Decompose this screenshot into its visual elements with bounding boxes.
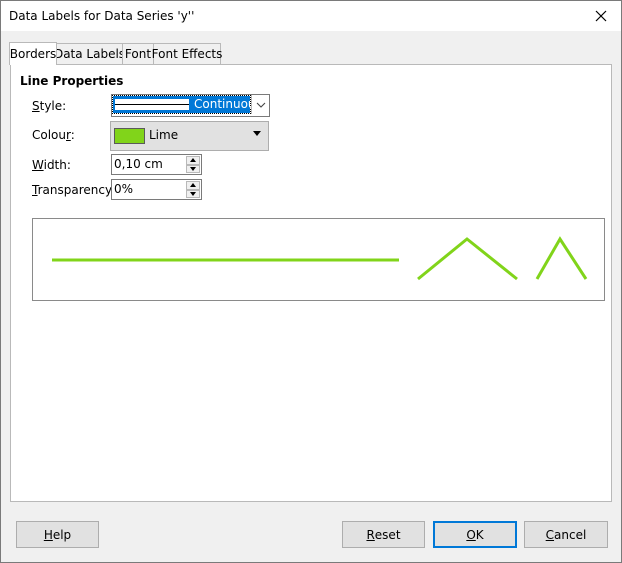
window-title: Data Labels for Data Series 'y'' bbox=[9, 9, 195, 23]
width-label: Width: bbox=[32, 158, 71, 172]
spin-down-icon bbox=[190, 191, 196, 196]
tab-data-labels[interactable]: Data Labels bbox=[53, 43, 126, 64]
tab-font-effects[interactable]: Font Effects bbox=[151, 43, 223, 64]
style-dropdown[interactable]: Continuous bbox=[111, 94, 270, 117]
tab-label: Borders bbox=[9, 47, 57, 61]
line-preview-drawing bbox=[52, 236, 588, 281]
colour-swatch bbox=[114, 128, 145, 144]
ok-button[interactable]: OK bbox=[433, 521, 517, 548]
line-preview bbox=[32, 218, 605, 301]
reset-button[interactable]: Reset bbox=[342, 521, 425, 548]
chevron-down-icon bbox=[256, 102, 265, 108]
spin-up-icon bbox=[190, 158, 196, 163]
section-title: Line Properties bbox=[20, 74, 124, 88]
transparency-label: Transparency: bbox=[32, 183, 116, 197]
preview-zigzag-line bbox=[417, 237, 518, 281]
dropdown-arrow-icon bbox=[253, 131, 261, 136]
style-label: Style: bbox=[32, 99, 67, 113]
tab-label: Font Effects bbox=[151, 47, 223, 61]
close-icon bbox=[595, 10, 607, 22]
transparency-spin-buttons bbox=[186, 181, 200, 198]
colour-value: Lime bbox=[149, 128, 179, 142]
spin-down-button[interactable] bbox=[186, 189, 200, 198]
style-selected-item: Continuous bbox=[112, 95, 262, 114]
close-button[interactable] bbox=[581, 1, 621, 31]
colour-dropdown-button[interactable]: Lime bbox=[110, 121, 269, 151]
width-value: 0,10 cm bbox=[114, 157, 163, 171]
style-dropdown-toggle[interactable] bbox=[251, 95, 269, 114]
width-spinbox[interactable]: 0,10 cm bbox=[111, 154, 202, 175]
transparency-value: 0% bbox=[114, 182, 134, 196]
cancel-button[interactable]: Cancel bbox=[524, 521, 608, 548]
tab-font[interactable]: Font bbox=[122, 43, 154, 64]
dialog-window: Data Labels for Data Series 'y'' Borders… bbox=[0, 0, 622, 563]
spin-up-icon bbox=[190, 183, 196, 188]
preview-peak-line bbox=[535, 236, 588, 280]
tab-label: Data Labels bbox=[53, 47, 126, 61]
spin-up-button[interactable] bbox=[186, 156, 200, 165]
help-button[interactable]: Help bbox=[16, 521, 99, 548]
line-style-preview bbox=[115, 99, 189, 110]
colour-label: Colour: bbox=[32, 128, 75, 142]
tab-borders[interactable]: Borders bbox=[9, 42, 57, 65]
spin-down-icon bbox=[190, 166, 196, 171]
width-spin-buttons bbox=[186, 156, 200, 173]
title-bar: Data Labels for Data Series 'y'' bbox=[1, 1, 621, 31]
transparency-spinbox[interactable]: 0% bbox=[111, 179, 202, 200]
borders-panel: Line Properties Style: Continuous Colour… bbox=[10, 64, 612, 502]
spin-up-button[interactable] bbox=[186, 181, 200, 190]
tab-label: Font bbox=[124, 47, 152, 61]
spin-down-button[interactable] bbox=[186, 164, 200, 173]
